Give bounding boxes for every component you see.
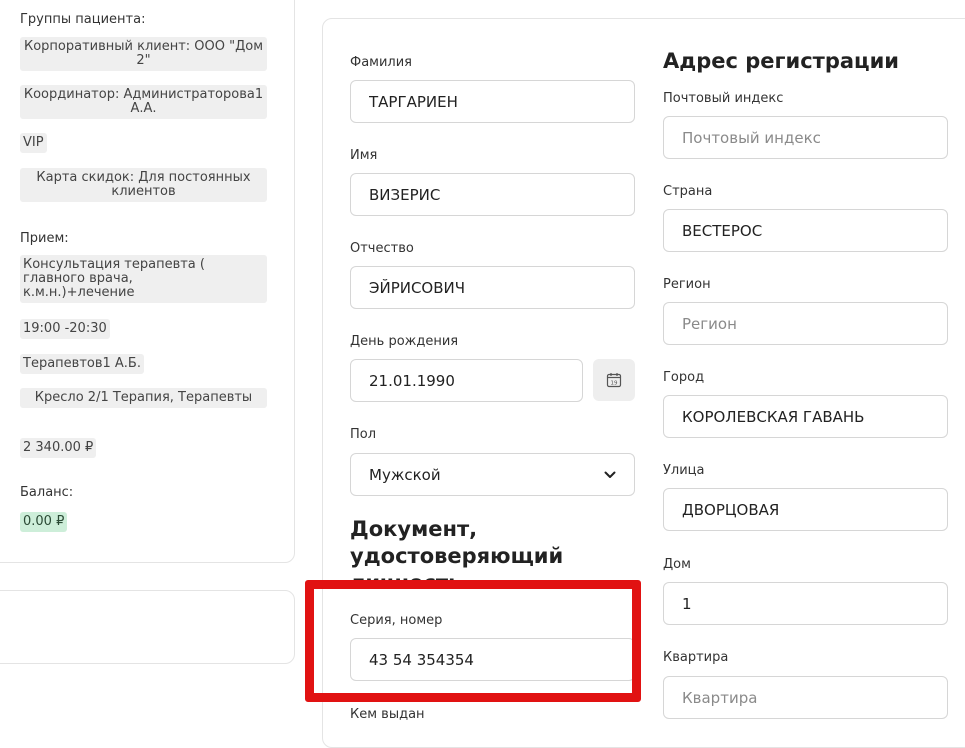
calendar-icon: 19 — [606, 373, 622, 388]
chevron-down-icon — [604, 471, 616, 478]
city-label: Город — [663, 370, 705, 385]
zip-label: Почтовый индекс — [663, 91, 784, 106]
group-chip-discount: Карта скидок: Для постоянных клиентов — [20, 168, 267, 202]
region-input[interactable] — [663, 302, 948, 345]
birthday-input[interactable] — [350, 359, 583, 402]
group-chip-corporate: Корпоративный клиент: ООО "Дом 2" — [20, 37, 267, 71]
group-chip-vip: VIP — [20, 133, 47, 153]
apartment-label: Квартира — [663, 650, 729, 665]
service-chip: Консультация терапевта ( главного врача,… — [20, 255, 267, 303]
highlight-box — [305, 580, 641, 702]
doctor-chip: Терапевтов1 А.Б. — [20, 354, 144, 374]
birthday-label: День рождения — [350, 334, 459, 349]
time-chip: 19:00 -20:30 — [20, 319, 110, 339]
patronymic-label: Отчество — [350, 241, 414, 256]
country-input[interactable] — [663, 209, 948, 252]
city-input[interactable] — [663, 395, 948, 438]
balance-label: Баланс: — [20, 485, 74, 500]
house-input[interactable] — [663, 582, 948, 625]
groups-label: Группы пациента: — [20, 12, 146, 27]
issued-by-label: Кем выдан — [350, 707, 425, 722]
apartment-input[interactable] — [663, 676, 948, 719]
document-heading: Документ, удостоверяющий — [350, 517, 564, 568]
svg-text:19: 19 — [611, 381, 618, 387]
chair-chip: Кресло 2/1 Терапия, Терапевты — [20, 388, 267, 408]
house-label: Дом — [663, 557, 691, 572]
calendar-button[interactable]: 19 — [593, 359, 635, 401]
price-chip: 2 340.00 ₽ — [20, 438, 97, 458]
last-name-input[interactable] — [350, 80, 635, 123]
zip-input[interactable] — [663, 116, 948, 159]
gender-value: Мужской — [369, 465, 441, 484]
gender-label: Пол — [350, 427, 377, 442]
address-heading: Адрес регистрации — [663, 49, 900, 73]
secondary-card — [0, 590, 295, 664]
appointment-label: Прием: — [20, 231, 69, 246]
first-name-input[interactable] — [350, 173, 635, 216]
street-input[interactable] — [663, 488, 948, 531]
last-name-label: Фамилия — [350, 55, 412, 70]
group-chip-coordinator: Координатор: Администраторова1 А.А. — [20, 85, 267, 119]
country-label: Страна — [663, 184, 713, 199]
street-label: Улица — [663, 463, 705, 478]
first-name-label: Имя — [350, 148, 378, 163]
patronymic-input[interactable] — [350, 266, 635, 309]
gender-select[interactable]: Мужской — [350, 453, 635, 496]
balance-badge: 0.00 ₽ — [20, 512, 68, 532]
region-label: Регион — [663, 277, 711, 292]
